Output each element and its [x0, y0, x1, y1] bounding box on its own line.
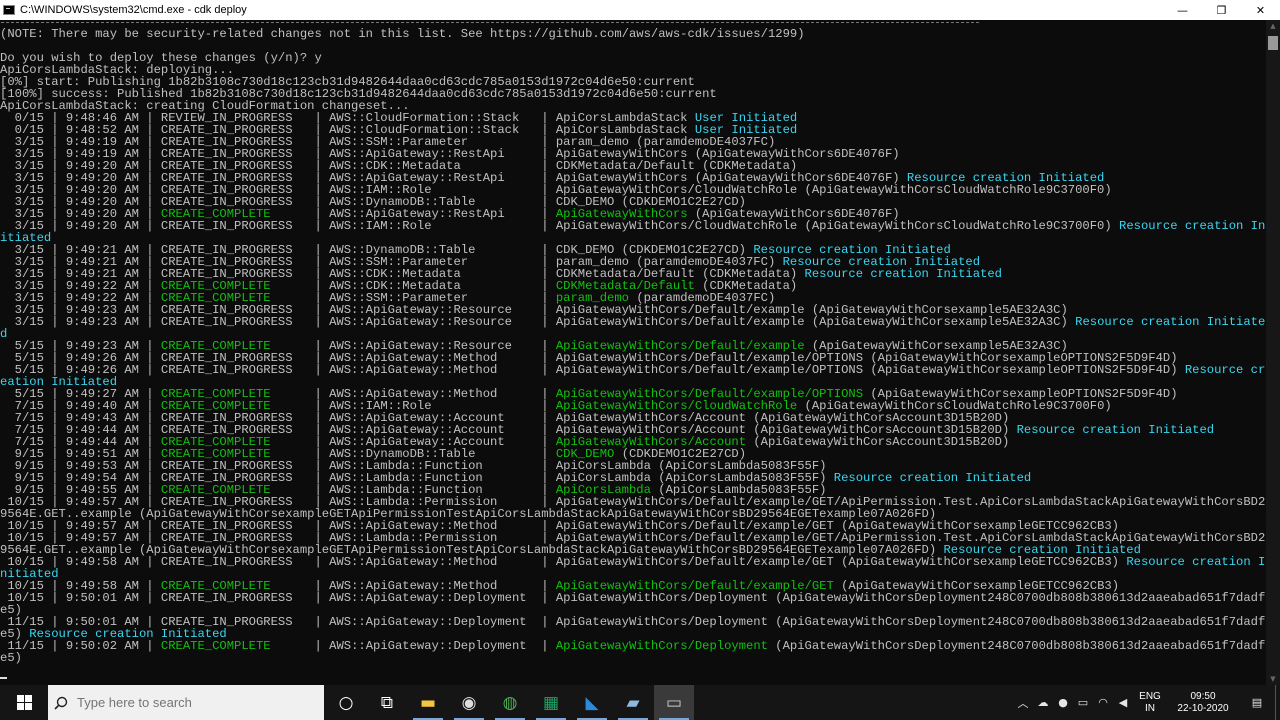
- search-icon: [54, 696, 68, 710]
- status-complete-text: CREATE_COMPLETE: [160, 639, 271, 653]
- action-center-button[interactable]: ▤: [1239, 696, 1275, 709]
- excel-icon: ▦: [542, 692, 560, 713]
- vscode-icon: ◣: [585, 692, 599, 713]
- notepad-icon: ▰: [626, 692, 640, 713]
- title-bar[interactable]: C:\WINDOWS\system32\cmd.exe - cdk deploy…: [0, 0, 1280, 20]
- clock-time: 09:50: [1190, 690, 1216, 702]
- taskbar-app-button[interactable]: ▬: [408, 685, 448, 720]
- window-controls: — ❐ ✕: [1163, 0, 1280, 20]
- taskbar-app-button[interactable]: ▰: [613, 685, 653, 720]
- tray-overflow-chevron-icon[interactable]: ︿: [1013, 695, 1033, 711]
- console-line: (NOTE: There may be security-related cha…: [0, 28, 1265, 40]
- status-initiated-text: Resource creation Initiated: [833, 471, 1032, 485]
- console-line: 11/15 | 9:50:02 AM | CREATE_COMPLETE | A…: [0, 640, 1265, 652]
- onedrive-cloud-icon[interactable]: ☁: [1033, 696, 1053, 709]
- taskbar-app-button[interactable]: ◣: [572, 685, 612, 720]
- clock-date: 22-10-2020: [1177, 702, 1229, 714]
- status-initiated-text: Resource creation In: [1119, 219, 1265, 233]
- status-initiated-text: Resource creation I: [1126, 555, 1265, 569]
- console-text: | AWS::ApiGateway::Deployment |: [270, 639, 556, 653]
- status-complete-text: ApiGatewayWithCors/Deployment: [555, 639, 768, 653]
- close-button[interactable]: ✕: [1241, 0, 1280, 20]
- console-text: 3/15 | 9:49:20 AM | CREATE_IN_PROGRESS |…: [0, 219, 1119, 233]
- console-text: 10/15 | 9:49:58 AM | CREATE_IN_PROGRESS …: [0, 555, 1127, 569]
- language-indicator[interactable]: ENG IN: [1133, 691, 1167, 715]
- clock[interactable]: 09:50 22-10-2020: [1167, 691, 1239, 715]
- cmd-app-icon: [3, 5, 15, 15]
- windows-logo-icon: [16, 695, 32, 710]
- status-initiated-text: Resource creation Initiated: [1016, 423, 1215, 437]
- scroll-up-icon[interactable]: ▲: [1269, 22, 1277, 30]
- task-view-icon: ⧉: [380, 692, 394, 713]
- show-desktop-button[interactable]: [1275, 685, 1280, 720]
- vertical-scrollbar[interactable]: ▲ ▼: [1266, 20, 1280, 685]
- taskbar-app-button[interactable]: ▭: [654, 685, 694, 720]
- minimize-button[interactable]: —: [1163, 0, 1202, 20]
- taskbar-search[interactable]: [48, 685, 324, 720]
- console-lines: (NOTE: There may be security-related cha…: [0, 28, 1265, 664]
- console-text: e5): [0, 651, 22, 665]
- wifi-icon[interactable]: ◠: [1093, 696, 1113, 709]
- notification-icon: ▤: [1251, 696, 1263, 709]
- start-button[interactable]: [0, 685, 48, 720]
- console-text: (ApiGatewayWithCorsAccount3D15B20D): [746, 435, 1010, 449]
- console-line: e5): [0, 652, 1265, 664]
- language-code: ENG: [1139, 690, 1161, 702]
- status-initiated-text: Resource creation Initiated: [804, 267, 1002, 281]
- cortana-icon: ○: [338, 692, 354, 713]
- taskbar: ○ ⧉ ▬ ◉ ◍ ▦ ◣ ▰ ▭ ︿ ☁ ● ▭ ◠ ◀ ENG IN 09:50 22-10…: [0, 685, 1280, 720]
- system-tray: ︿ ☁ ● ▭ ◠ ◀ ENG IN 09:50 22-10-2020 ▤: [1013, 685, 1280, 720]
- console-line: 10/15 | 9:49:58 AM | CREATE_IN_PROGRESS …: [0, 556, 1265, 568]
- console-line: 3/15 | 9:49:23 AM | CREATE_IN_PROGRESS |…: [0, 316, 1265, 328]
- console-output[interactable]: (NOTE: There may be security-related cha…: [0, 20, 1265, 680]
- battery-icon[interactable]: ▭: [1073, 696, 1093, 709]
- cmd-icon: ▭: [665, 692, 683, 713]
- console-text: (ApiGatewayWithCorsDeployment248C0700db8…: [767, 639, 1265, 653]
- table-separator: [0, 20, 980, 26]
- maximize-button[interactable]: ❐: [1202, 0, 1241, 20]
- obs-icon: ◉: [461, 692, 477, 713]
- console-line: 3/15 | 9:49:20 AM | CREATE_IN_PROGRESS |…: [0, 220, 1265, 232]
- scrollbar-thumb[interactable]: [1268, 36, 1278, 50]
- chrome-icon: ◍: [502, 692, 518, 713]
- status-initiated-text: Resource cr: [1184, 363, 1265, 377]
- text-cursor: [0, 677, 7, 679]
- file-explorer-icon: ▬: [419, 692, 437, 713]
- console-text: 3/15 | 9:49:23 AM | CREATE_IN_PROGRESS |…: [0, 315, 1076, 329]
- taskbar-app-button[interactable]: ◍: [490, 685, 530, 720]
- taskbar-app-button[interactable]: ◉: [449, 685, 489, 720]
- microphone-icon[interactable]: ●: [1053, 696, 1073, 709]
- language-region: IN: [1145, 702, 1155, 714]
- volume-icon[interactable]: ◀: [1113, 696, 1133, 709]
- console-text: 11/15 | 9:50:02 AM |: [0, 639, 161, 653]
- taskbar-app-button[interactable]: ○: [326, 685, 366, 720]
- console-line: 5/15 | 9:49:26 AM | CREATE_IN_PROGRESS |…: [0, 364, 1265, 376]
- scroll-down-icon[interactable]: ▼: [1269, 675, 1277, 683]
- console-text: 5/15 | 9:49:26 AM | CREATE_IN_PROGRESS |…: [0, 363, 1185, 377]
- console-line: 10/15 | 9:50:01 AM | CREATE_IN_PROGRESS …: [0, 592, 1265, 604]
- search-input[interactable]: [77, 695, 307, 710]
- console-text: 10/15 | 9:50:01 AM | CREATE_IN_PROGRESS …: [0, 591, 1265, 605]
- console-text: (NOTE: There may be security-related cha…: [0, 27, 805, 41]
- taskbar-app-button[interactable]: ▦: [531, 685, 571, 720]
- window-title: C:\WINDOWS\system32\cmd.exe - cdk deploy: [20, 4, 247, 16]
- taskbar-app-button[interactable]: ⧉: [367, 685, 407, 720]
- status-initiated-text: Resource creation Initiate: [1075, 315, 1265, 329]
